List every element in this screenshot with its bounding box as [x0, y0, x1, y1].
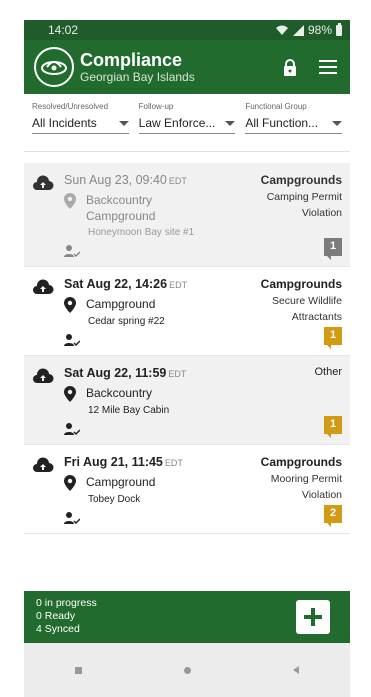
- person-check-icon: [64, 334, 80, 347]
- ready-count: 0 Ready: [36, 610, 76, 622]
- back-button[interactable]: [293, 666, 299, 674]
- incident-category: Other: [314, 366, 342, 378]
- in-progress-count: 0 in progress: [36, 597, 97, 609]
- incident-category: Campgrounds: [260, 173, 342, 187]
- add-incident-button[interactable]: [296, 600, 330, 634]
- location-pin-icon: [64, 193, 76, 209]
- list-item[interactable]: Sun Aug 23, 09:40 EDT Backcountry Campgro…: [24, 163, 350, 267]
- dropdown-icon: [225, 120, 236, 126]
- incident-category: Campgrounds: [260, 277, 342, 291]
- location-pin-icon: [64, 475, 76, 491]
- lock-icon[interactable]: [278, 55, 302, 79]
- person-check-icon: [64, 245, 80, 258]
- incident-detail: Camping Permit Violation: [266, 191, 342, 219]
- location-name: Campground: [86, 475, 156, 489]
- logo-icon: [34, 47, 74, 87]
- list-item[interactable]: Fri Aug 21, 11:45 EDT Campground Tobey Do…: [24, 445, 350, 534]
- app-subtitle: Georgian Bay Islands: [80, 70, 195, 84]
- dropdown-icon: [332, 120, 343, 126]
- dropdown-icon: [118, 120, 129, 126]
- comment-count-badge: 1: [324, 327, 342, 349]
- site-name: 12 Mile Bay Cabin: [88, 405, 170, 416]
- recents-button[interactable]: [75, 666, 82, 674]
- status-bar: 14:02 98%: [24, 20, 350, 40]
- comment-count-badge: 2: [324, 505, 342, 527]
- menu-icon[interactable]: [316, 55, 340, 79]
- location-name: Backcountry Campground: [86, 193, 156, 223]
- comment-count-badge: 1: [324, 416, 342, 438]
- comment-count-badge: 1: [324, 238, 342, 260]
- person-check-icon: [64, 512, 80, 525]
- site-name: Honeymoon Bay site #1: [88, 227, 195, 238]
- battery-icon: [336, 22, 342, 36]
- app-title: Compliance: [80, 50, 183, 70]
- filters-bar: Resolved/Unresolved All Incidents Follow…: [24, 94, 350, 152]
- wifi-icon: [275, 25, 288, 35]
- location-pin-icon: [64, 297, 76, 313]
- cloud-upload-icon: [33, 175, 54, 190]
- home-button[interactable]: [184, 666, 191, 674]
- cloud-upload-icon: [33, 457, 54, 472]
- incident-detail: Mooring Permit Violation: [270, 473, 342, 501]
- list-item[interactable]: Sat Aug 22, 14:26 EDT Campground Cedar sp…: [24, 267, 350, 356]
- signal-icon: [292, 24, 304, 36]
- phone-screen: 14:02 98% Compliance Georgian Bay Island…: [24, 20, 350, 697]
- cloud-upload-icon: [33, 279, 54, 294]
- list-item[interactable]: Sat Aug 22, 11:59 EDT Backcountry 12 Mile…: [24, 356, 350, 445]
- person-check-icon: [64, 423, 80, 436]
- location-name: Backcountry: [86, 386, 153, 400]
- incident-list: Sun Aug 23, 09:40 EDT Backcountry Campgro…: [24, 163, 350, 534]
- status-time: 14:02: [48, 23, 79, 37]
- system-nav-bar: [24, 643, 350, 697]
- filter-resolved[interactable]: Resolved/Unresolved All Incidents: [32, 102, 129, 151]
- incident-category: Campgrounds: [260, 455, 342, 469]
- cloud-upload-icon: [33, 368, 54, 383]
- location-name: Campground: [86, 297, 156, 311]
- sync-status-bar: 0 in progress 0 Ready 4 Synced: [24, 591, 350, 643]
- synced-count: 4 Synced: [36, 623, 80, 635]
- incident-detail: Secure Wildlife Attractants: [271, 295, 342, 323]
- filter-follow-up[interactable]: Follow-up Law Enforce...: [138, 102, 236, 151]
- filter-functional-group[interactable]: Functional Group All Function...: [245, 102, 343, 151]
- battery-percent: 98%: [307, 23, 332, 37]
- location-pin-icon: [64, 386, 76, 402]
- app-bar: Compliance Georgian Bay Islands: [24, 40, 350, 94]
- plus-icon: [304, 608, 322, 626]
